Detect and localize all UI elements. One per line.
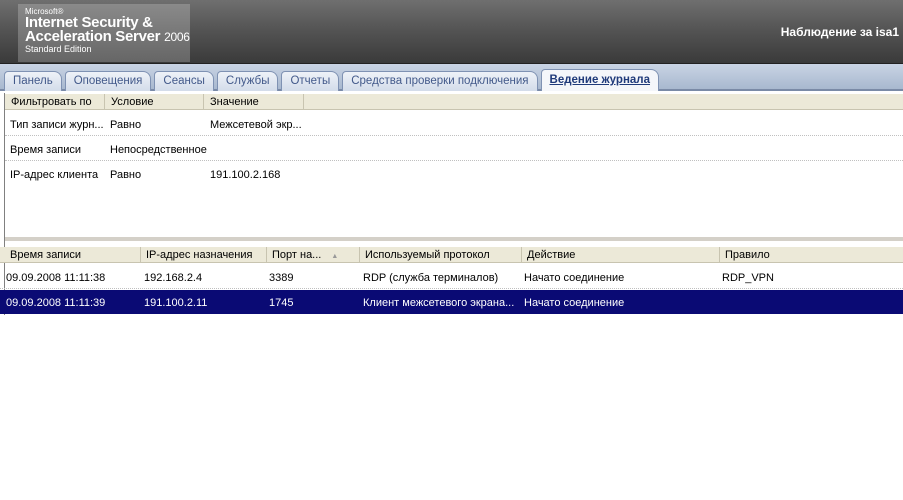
filter-col-value[interactable]: Значение <box>204 94 304 110</box>
filter-header: Фильтровать по Условие Значение <box>5 94 903 110</box>
tab-sessions[interactable]: Сеансы <box>154 71 214 91</box>
cell-time: 09.09.2008 11:11:39 <box>6 297 106 309</box>
log-col-dest-ip[interactable]: IP-адрес назначения <box>141 247 267 263</box>
table-row[interactable]: 09.09.2008 11:11:38 192.168.2.4 3389 RDP… <box>0 265 903 289</box>
tab-dashboard[interactable]: Панель <box>4 71 62 91</box>
cell-action: Начато соединение <box>524 297 625 309</box>
filter-row[interactable]: Тип записи журн... Равно Межсетевой экр.… <box>5 112 903 136</box>
panel-splitter[interactable] <box>5 237 903 241</box>
filter-field: IP-адрес клиента <box>10 169 99 181</box>
log-col-port[interactable]: Порт на... ▲ <box>267 247 360 263</box>
cell-action: Начато соединение <box>524 272 625 284</box>
cell-dest-ip: 191.100.2.11 <box>144 297 208 309</box>
cell-time: 09.09.2008 11:11:38 <box>6 272 106 284</box>
filter-row[interactable]: IP-адрес клиента Равно 191.100.2.168 <box>5 162 903 186</box>
log-col-port-label: Порт на... <box>272 249 322 261</box>
log-col-rule[interactable]: Правило <box>720 247 903 263</box>
cell-protocol: RDP (служба терминалов) <box>363 272 499 284</box>
isa-server-logo: Microsoft® Internet Security & Accelerat… <box>18 4 190 62</box>
filter-field: Время записи <box>10 144 82 156</box>
filter-col-field[interactable]: Фильтровать по <box>5 94 105 110</box>
cell-protocol: Клиент межсетевого экрана... <box>363 297 515 309</box>
log-col-action[interactable]: Действие <box>522 247 720 263</box>
logo-line2: Acceleration Server 2006 <box>25 28 190 45</box>
tab-connectivity-verifiers[interactable]: Средства проверки подключения <box>342 71 538 91</box>
logo-year: 2006 <box>164 30 190 44</box>
tab-logging[interactable]: Ведение журнала <box>540 69 659 91</box>
filter-condition: Непосредственное <box>110 144 207 156</box>
tab-services[interactable]: Службы <box>216 71 279 91</box>
page-title: Наблюдение за isa1 <box>780 25 899 39</box>
cell-dest-ip: 192.168.2.4 <box>144 272 203 284</box>
cell-port: 1745 <box>269 297 294 309</box>
sort-ascending-icon: ▲ <box>331 253 339 260</box>
log-col-time[interactable]: Время записи <box>5 247 141 263</box>
filter-field: Тип записи журн... <box>10 119 104 131</box>
tab-alerts[interactable]: Оповещения <box>64 71 152 91</box>
filter-value: Межсетевой экр... <box>210 119 302 131</box>
log-header: Время записи IP-адрес назначения Порт на… <box>0 247 903 263</box>
tab-bar: Панель Оповещения Сеансы Службы Отчеты С… <box>0 64 903 91</box>
logo-product: Acceleration Server <box>25 28 161 45</box>
filter-value: 191.100.2.168 <box>210 169 281 181</box>
filter-row[interactable]: Время записи Непосредственное <box>5 137 903 161</box>
filter-condition: Равно <box>110 119 142 131</box>
filter-condition: Равно <box>110 169 142 181</box>
cell-port: 3389 <box>269 272 294 284</box>
log-col-protocol[interactable]: Используемый протокол <box>360 247 522 263</box>
table-row-selected[interactable]: 09.09.2008 11:11:39 191.100.2.11 1745 Кл… <box>0 290 903 314</box>
filter-col-condition[interactable]: Условие <box>105 94 204 110</box>
app-header: Microsoft® Internet Security & Accelerat… <box>0 0 903 64</box>
logo-edition: Standard Edition <box>25 44 92 54</box>
tab-reports[interactable]: Отчеты <box>281 71 340 91</box>
cell-rule: RDP_VPN <box>722 272 774 284</box>
